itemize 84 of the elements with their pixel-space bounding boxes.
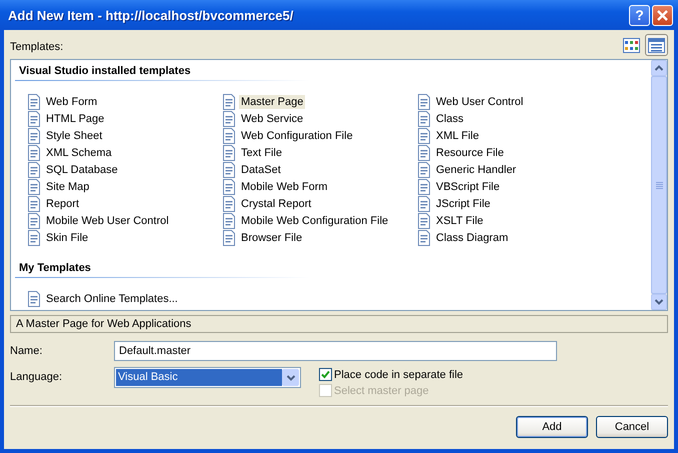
template-item[interactable]: Web User Control (434, 94, 526, 108)
document-icon (416, 162, 432, 178)
document-icon (26, 230, 42, 246)
language-dropdown[interactable]: Visual Basic (114, 367, 301, 388)
template-item[interactable]: Resource File (434, 146, 506, 160)
close-icon (656, 8, 669, 22)
template-item[interactable]: Class (434, 112, 466, 126)
grip-icon (656, 182, 662, 188)
template-item[interactable]: XML Schema (44, 146, 114, 160)
document-icon (416, 144, 432, 160)
template-item[interactable]: Master Page (239, 94, 306, 108)
chevron-down-icon (654, 298, 664, 306)
document-icon (26, 144, 42, 160)
template-item[interactable]: Report (44, 196, 82, 210)
dropdown-button[interactable] (282, 369, 299, 386)
document-icon (26, 94, 42, 110)
template-item[interactable]: Class Diagram (434, 230, 510, 244)
document-icon (416, 128, 432, 144)
document-icon (416, 196, 432, 212)
document-icon (221, 144, 237, 160)
section-header: Visual Studio installed templates (15, 63, 309, 81)
template-item[interactable]: Mobile Web Form (239, 180, 330, 194)
template-item[interactable]: Web Form (44, 94, 100, 108)
template-item[interactable]: Style Sheet (44, 128, 104, 142)
template-item[interactable]: JScript File (434, 196, 492, 210)
add-button[interactable]: Add (516, 416, 588, 438)
scroll-down-button[interactable] (651, 294, 667, 310)
template-item[interactable]: Crystal Report (239, 196, 314, 210)
checkbox[interactable] (319, 368, 332, 381)
document-icon (416, 110, 432, 126)
document-icon (221, 162, 237, 178)
document-icon (416, 230, 432, 246)
checkmark-icon (320, 369, 331, 380)
document-icon (221, 230, 237, 246)
template-item[interactable]: DataSet (239, 162, 283, 176)
scroll-up-button[interactable] (651, 60, 667, 76)
chevron-up-icon (654, 64, 664, 72)
chevron-down-icon (286, 374, 296, 382)
document-icon (26, 178, 42, 194)
template-item[interactable]: Web Service (239, 112, 306, 126)
window-title: Add New Item - http://localhost/bvcommerce5/ (8, 8, 294, 22)
document-icon (26, 212, 42, 228)
document-icon (221, 178, 237, 194)
grid-icon (623, 38, 640, 52)
document-icon (416, 94, 432, 110)
document-icon (221, 110, 237, 126)
document-icon (416, 178, 432, 194)
checkbox-label: Place code in separate file (334, 368, 464, 380)
template-item[interactable]: VBScript File (434, 180, 502, 194)
document-icon (26, 110, 42, 126)
document-icon (26, 128, 42, 144)
template-item[interactable]: Web Configuration File (239, 128, 355, 142)
template-item[interactable]: Mobile Web Configuration File (239, 214, 390, 228)
template-item[interactable]: SQL Database (44, 162, 120, 176)
document-icon (26, 196, 42, 212)
section-header: My Templates (15, 260, 309, 278)
template-item[interactable]: XSLT File (434, 214, 486, 228)
document-icon (416, 212, 432, 228)
templates-label: Templates: (10, 41, 64, 53)
document-icon (26, 162, 42, 178)
document-icon (221, 128, 237, 144)
template-item[interactable]: Generic Handler (434, 162, 518, 176)
template-item[interactable]: Mobile Web User Control (44, 214, 171, 228)
list-icon (648, 38, 665, 52)
document-icon (26, 290, 42, 306)
document-icon (221, 196, 237, 212)
template-item[interactable]: Skin File (44, 230, 90, 244)
view-toggle-button[interactable] (645, 34, 668, 56)
help-button[interactable]: ? (629, 4, 650, 26)
template-item[interactable]: HTML Page (44, 112, 106, 126)
cancel-button[interactable]: Cancel (596, 416, 668, 438)
document-icon (221, 212, 237, 228)
name-label: Name: (10, 345, 44, 357)
checkbox-label: Select master page (334, 384, 429, 396)
template-item[interactable]: XML File (434, 128, 481, 142)
template-item[interactable]: Text File (239, 146, 284, 160)
language-label: Language: (10, 371, 63, 383)
name-field[interactable]: Default.master (114, 341, 557, 361)
document-icon (221, 94, 237, 110)
template-item[interactable]: Site Map (44, 180, 92, 194)
close-button[interactable] (652, 4, 673, 26)
description-bar: A Master Page for Web Applications (10, 315, 668, 333)
template-item[interactable]: Search Online Templates... (44, 292, 180, 306)
template-item[interactable]: Browser File (239, 230, 304, 244)
